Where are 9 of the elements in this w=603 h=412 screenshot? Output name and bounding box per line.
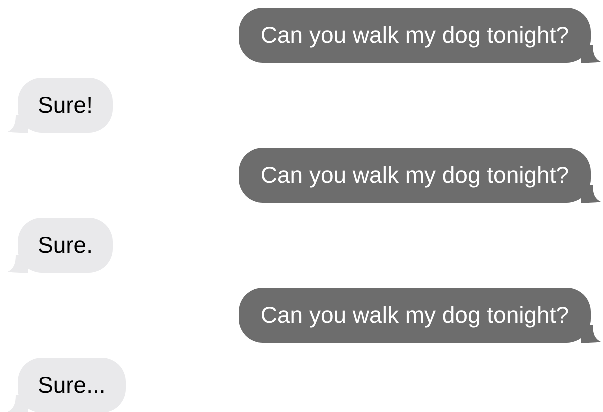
bubble-tail	[581, 185, 601, 203]
message-bubble: Can you walk my dog tonight?	[238, 148, 591, 203]
bubble-tail	[581, 325, 601, 343]
message-bubble: Sure.	[18, 218, 113, 273]
message-bubble: Sure...	[18, 358, 126, 412]
message-bubble: Can you walk my dog tonight?	[238, 288, 591, 343]
message-bubble: Sure!	[18, 78, 113, 133]
bubble-tail	[581, 45, 601, 63]
message-bubble: Can you walk my dog tonight?	[238, 8, 591, 63]
